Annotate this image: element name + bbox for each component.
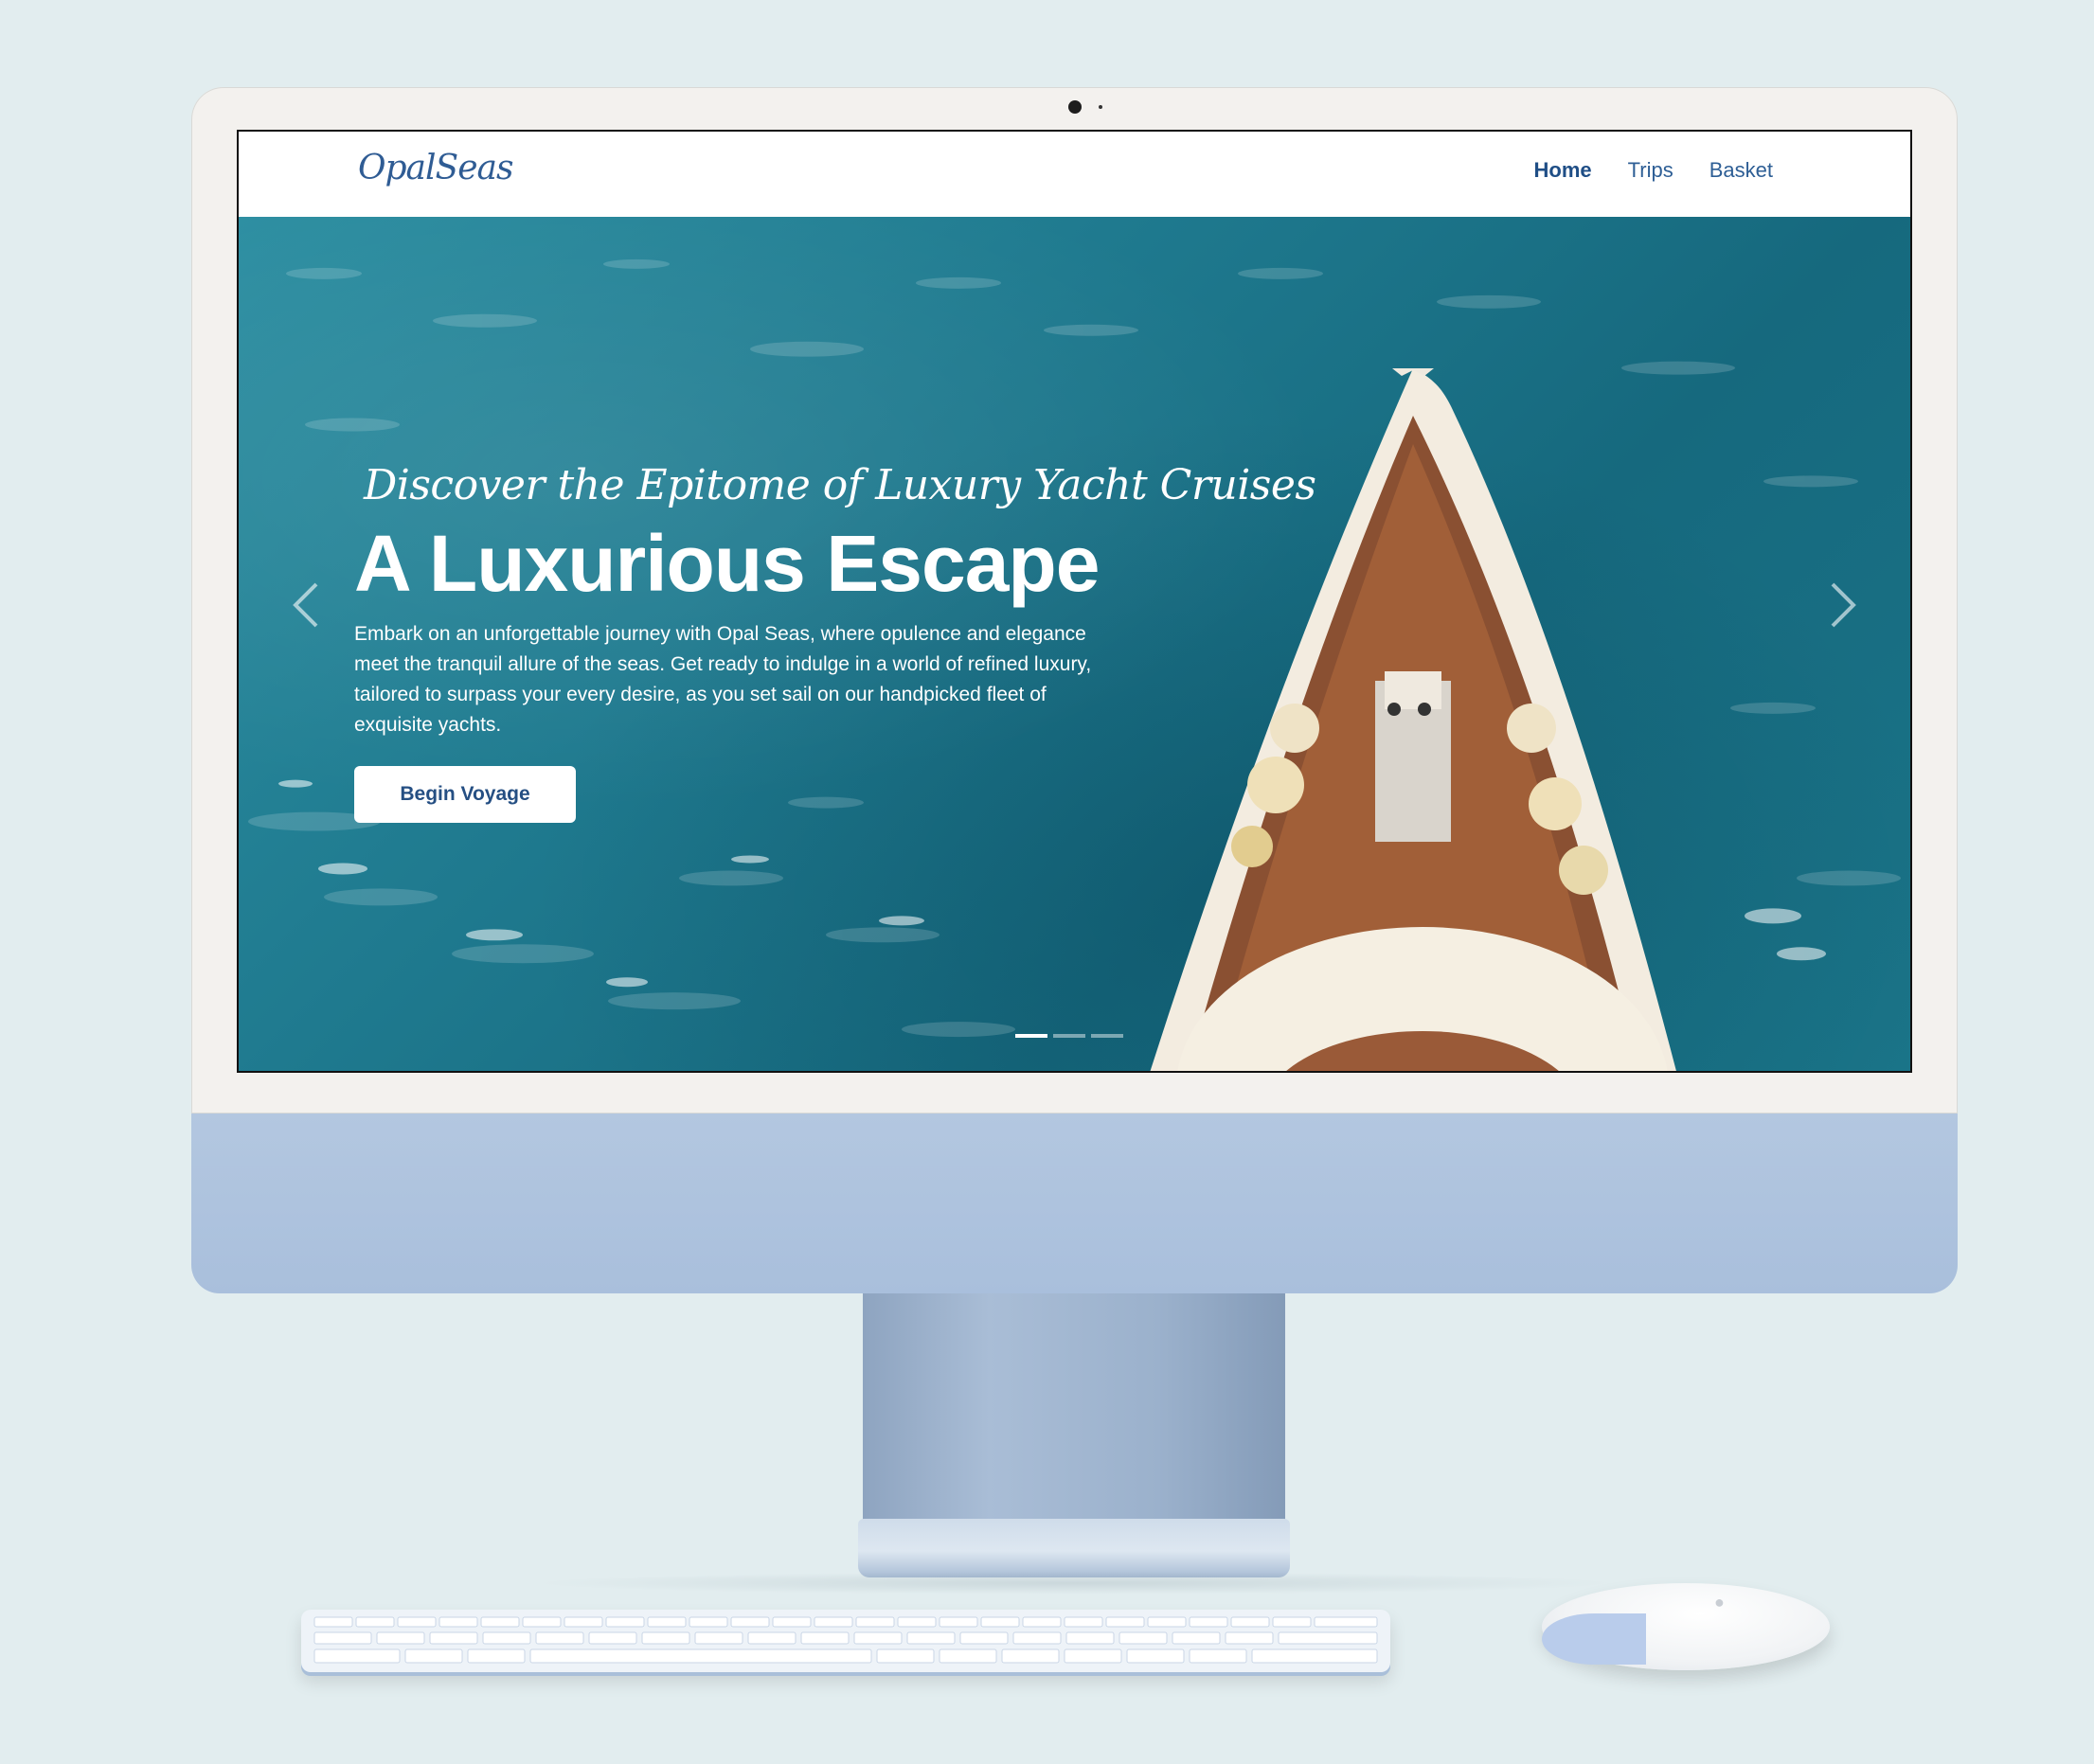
- imac-chin: [191, 1114, 1958, 1293]
- imac-stand-base: [858, 1519, 1290, 1577]
- chevron-left-icon: [293, 582, 318, 628]
- camera-sensor: [1099, 105, 1102, 109]
- chevron-right-icon: [1831, 582, 1856, 628]
- hero-subtitle: Discover the Epitome of Luxury Yacht Cru…: [364, 461, 1316, 509]
- website-screen: OpalSeas Home Trips Basket Discover the …: [237, 130, 1912, 1073]
- hero-carousel: Discover the Epitome of Luxury Yacht Cru…: [239, 217, 1910, 1071]
- keyboard: [301, 1610, 1390, 1672]
- apple-logo-icon: ●: [1714, 1593, 1725, 1612]
- carousel-indicator-3[interactable]: [1091, 1034, 1123, 1038]
- nav-item-trips[interactable]: Trips: [1628, 158, 1673, 183]
- carousel-prev-button[interactable]: [288, 577, 326, 633]
- mockup-stage: OpalSeas Home Trips Basket Discover the …: [0, 0, 2094, 1764]
- begin-voyage-button[interactable]: Begin Voyage: [354, 766, 576, 823]
- keyboard-keys: [313, 1616, 1378, 1664]
- nav-item-home[interactable]: Home: [1534, 158, 1592, 183]
- nav-item-basket[interactable]: Basket: [1709, 158, 1773, 183]
- site-logo[interactable]: OpalSeas: [358, 149, 513, 187]
- floor-shadow: [530, 1572, 1620, 1595]
- navbar: OpalSeas Home Trips Basket: [239, 132, 1910, 218]
- mouse-edge: [1542, 1613, 1646, 1665]
- nav-links: Home Trips Basket: [1534, 158, 1773, 183]
- imac-stand: [863, 1293, 1285, 1523]
- carousel-indicator-1[interactable]: [1015, 1034, 1047, 1038]
- carousel-indicator-2[interactable]: [1053, 1034, 1085, 1038]
- hero-title: A Luxurious Escape: [354, 519, 1100, 608]
- hero-description: Embark on an unforgettable journey with …: [354, 623, 1092, 736]
- carousel-next-button[interactable]: [1823, 577, 1861, 633]
- camera-icon: [1068, 100, 1082, 114]
- carousel-indicators: [1015, 1034, 1123, 1038]
